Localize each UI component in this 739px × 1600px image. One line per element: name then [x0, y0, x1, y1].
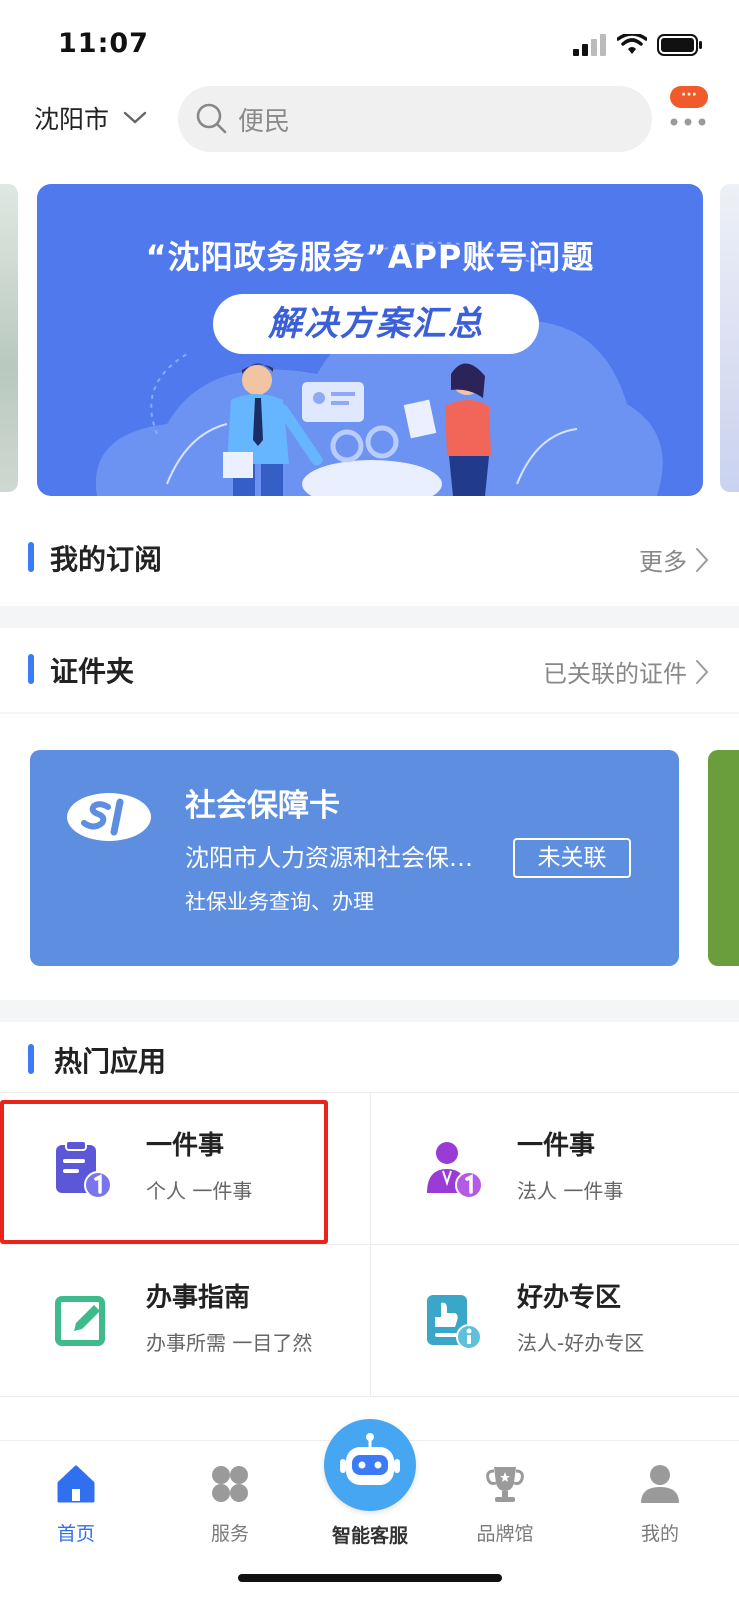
next-card-peek[interactable] — [708, 750, 739, 966]
city-selector[interactable]: 沈阳市 — [34, 100, 147, 136]
chevron-right-icon — [696, 547, 709, 572]
banner-prev-peek — [0, 184, 18, 492]
edit-guide-icon — [55, 1296, 105, 1346]
app-item-legal-one-thing[interactable]: 一件事 法人 一件事 — [370, 1093, 739, 1245]
app-name: 一件事 — [146, 1131, 225, 1161]
more-label: 更多 — [639, 548, 687, 576]
hot-apps-grid: 一件事 个人 一件事 一件事 法人 一件事 办事指南 办事所需 一目了然 好办专… — [0, 1092, 739, 1398]
app-name: 一件事 — [517, 1131, 596, 1161]
wifi-icon — [617, 34, 647, 54]
tab-profile[interactable]: 我的 — [610, 1463, 710, 1546]
more-icon — [670, 118, 706, 126]
person-one-icon — [427, 1142, 483, 1199]
linked-certs-label: 已关联的证件 — [543, 660, 687, 688]
more-menu-button[interactable]: ··· — [664, 86, 708, 152]
home-icon — [57, 1465, 95, 1503]
clipboard-one-icon — [56, 1140, 112, 1199]
chevron-down-icon — [123, 111, 147, 124]
user-icon — [641, 1465, 679, 1503]
app-name: 办事指南 — [146, 1283, 251, 1313]
card-description: 社保业务查询、办理 — [185, 890, 374, 914]
section-accent-bar — [28, 654, 34, 684]
app-item-guide[interactable]: 办事指南 办事所需 一目了然 — [0, 1245, 369, 1397]
app-desc: 个人 一件事 — [146, 1179, 253, 1203]
robot-icon — [340, 1433, 400, 1485]
subscription-title: 我的订阅 — [50, 543, 163, 576]
card-issuer: 沈阳市人力资源和社会保… — [185, 844, 473, 872]
app-name: 好办专区 — [517, 1283, 622, 1313]
tab-home[interactable]: 首页 — [26, 1463, 126, 1546]
signal-icon — [573, 34, 606, 56]
battery-icon — [657, 34, 702, 56]
trophy-icon — [486, 1467, 524, 1502]
top-header: 沈阳市 便民 ··· — [0, 84, 739, 154]
si-logo-icon — [67, 793, 151, 841]
tab-brand-hall[interactable]: 品牌馆 — [455, 1463, 555, 1546]
app-desc: 办事所需 一目了然 — [146, 1331, 313, 1355]
home-indicator — [238, 1574, 502, 1582]
tab-assistant[interactable] — [324, 1419, 416, 1511]
section-accent-bar — [28, 1044, 34, 1074]
tab-services[interactable]: 服务 — [180, 1463, 280, 1546]
cert-folder-title: 证件夹 — [50, 655, 135, 688]
tab-label: 智能客服 — [331, 1525, 408, 1547]
hot-apps-title: 热门应用 — [54, 1045, 167, 1078]
banner-next-peek — [720, 184, 739, 492]
banner-carousel[interactable]: “沈阳政务服务”APP账号问题 解决方案汇总 — [0, 182, 739, 502]
search-input[interactable]: 便民 — [178, 86, 652, 152]
search-placeholder: 便民 — [238, 106, 291, 137]
tab-label: 首页 — [56, 1523, 95, 1545]
section-divider — [0, 606, 739, 628]
card-status-button[interactable]: 未关联 — [513, 838, 631, 878]
social-security-card[interactable]: 社会保障卡 沈阳市人力资源和社会保… 未关联 社保业务查询、办理 — [30, 750, 679, 966]
app-item-personal-one-thing[interactable]: 一件事 个人 一件事 — [0, 1093, 369, 1245]
thumbs-info-icon — [427, 1295, 482, 1350]
chevron-right-icon — [696, 659, 709, 684]
subscription-more-link[interactable]: 更多 — [639, 542, 709, 577]
banner-slide[interactable]: “沈阳政务服务”APP账号问题 解决方案汇总 — [37, 184, 703, 496]
tab-label: 我的 — [640, 1523, 679, 1545]
hot-apps-header: 热门应用 — [0, 1022, 739, 1094]
cert-folder-header: 证件夹 已关联的证件 — [0, 632, 739, 704]
section-accent-bar — [28, 542, 34, 572]
linked-certs-link[interactable]: 已关联的证件 — [543, 654, 709, 689]
thin-divider — [0, 712, 739, 714]
status-bar: 11:07 — [0, 0, 739, 90]
section-divider — [0, 1000, 739, 1022]
app-desc: 法人-好办专区 — [517, 1331, 645, 1355]
status-time: 11:07 — [58, 28, 149, 59]
grid-icon — [212, 1466, 248, 1502]
tab-label: 品牌馆 — [476, 1523, 534, 1545]
tab-label: 服务 — [210, 1523, 249, 1545]
app-item-easy-zone[interactable]: 好办专区 法人-好办专区 — [370, 1245, 739, 1397]
app-desc: 法人 一件事 — [517, 1179, 624, 1203]
city-label: 沈阳市 — [34, 105, 110, 134]
banner-subtitle: 解决方案汇总 — [213, 294, 539, 354]
message-badge: ··· — [670, 86, 708, 108]
subscription-header: 我的订阅 更多 — [0, 520, 739, 592]
search-icon — [196, 103, 227, 134]
banner-title: “沈阳政务服务”APP账号问题 — [145, 238, 595, 276]
card-title: 社会保障卡 — [185, 788, 340, 824]
status-icons — [573, 34, 703, 56]
